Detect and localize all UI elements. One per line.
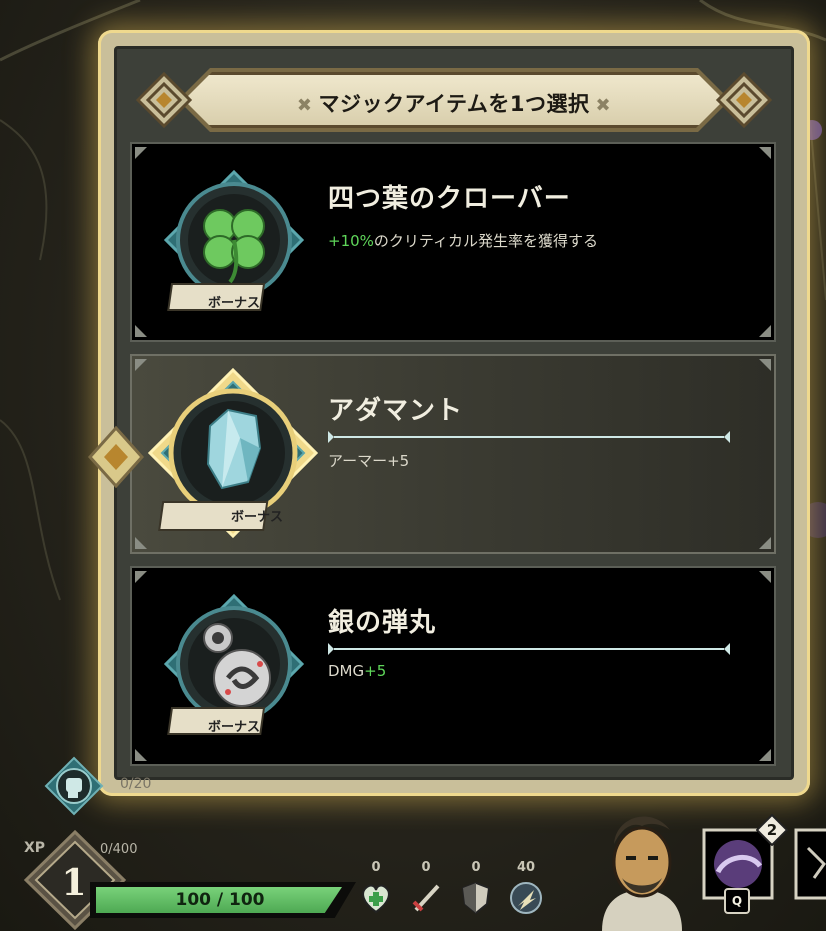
title-underline [328,431,730,443]
item-name: 四つ葉のクローバー [328,184,571,214]
card-corner [135,571,147,583]
item-tag: ボーナス [207,720,260,735]
title-mark-left-icon: ✖ [296,95,313,116]
item-tag: ボーナス [230,510,283,525]
item-card-adamant[interactable]: ボーナス アダマント アーマー+5 [130,354,776,554]
stat-value: 0 [371,860,381,875]
card-corner [759,325,771,337]
speed-boot-icon [510,882,542,914]
card-corner [759,359,771,371]
item-card-clover[interactable]: ボーナス 四つ葉のクローバー +10%のクリティカル発生率を獲得する [130,142,776,342]
card-corner [759,147,771,159]
stat-value: 0 [471,860,481,875]
card-corner [135,537,147,549]
modal-title: ✖ マジックアイテムを1つ選択 ✖ [134,88,774,118]
item-desc-text: アーマー+5 [328,452,410,470]
card-corner [135,147,147,159]
secondary-counter: 0/20 [120,776,152,792]
stat-value: 0 [421,860,431,875]
item-desc-value: +10% [328,232,374,250]
item-description: DMG+5 [328,662,386,680]
item-desc-text: のクリティカル発生率を獲得する [373,232,599,250]
card-corner [759,571,771,583]
stat-attack: 0 [406,860,446,920]
modal-header: ✖ マジックアイテムを1つ選択 ✖ [134,66,774,132]
ability-count: 2 [766,821,778,839]
title-mark-right-icon: ✖ [595,95,612,116]
card-corner [135,359,147,371]
stat-value: 40 [516,860,536,875]
hero-portrait-icon[interactable] [592,800,692,931]
item-name: 銀の弾丸 [328,608,437,638]
stat-heal: 0 [356,860,396,920]
ability-hotkey: Q [724,888,750,914]
item-tag: ボーナス [207,296,260,311]
card-corner [135,325,147,337]
stat-speed: 40 [506,860,546,920]
ability-slot-secondary[interactable] [794,828,826,900]
shield-icon [461,881,491,915]
selection-pointer-icon [87,425,145,489]
heal-cross-icon [362,884,390,914]
hp-text: 100 / 100 [175,890,265,910]
item-name: アダマント [328,396,464,426]
item-description: +10%のクリティカル発生率を獲得する [328,230,598,251]
card-corner [135,749,147,761]
item-desc-text: DMG [328,662,365,680]
item-description: アーマー+5 [328,450,409,471]
modal-title-text: マジックアイテムを1つ選択 [318,92,590,116]
card-corner [759,749,771,761]
title-underline [328,643,730,655]
card-corner [759,537,771,549]
sword-icon [412,884,440,912]
item-desc-value: +5 [364,662,387,680]
stat-armor: 0 [456,860,496,920]
item-card-silver-bullet[interactable]: ボーナス 銀の弾丸 DMG+5 [130,566,776,766]
fist-skill-icon[interactable] [44,756,104,816]
